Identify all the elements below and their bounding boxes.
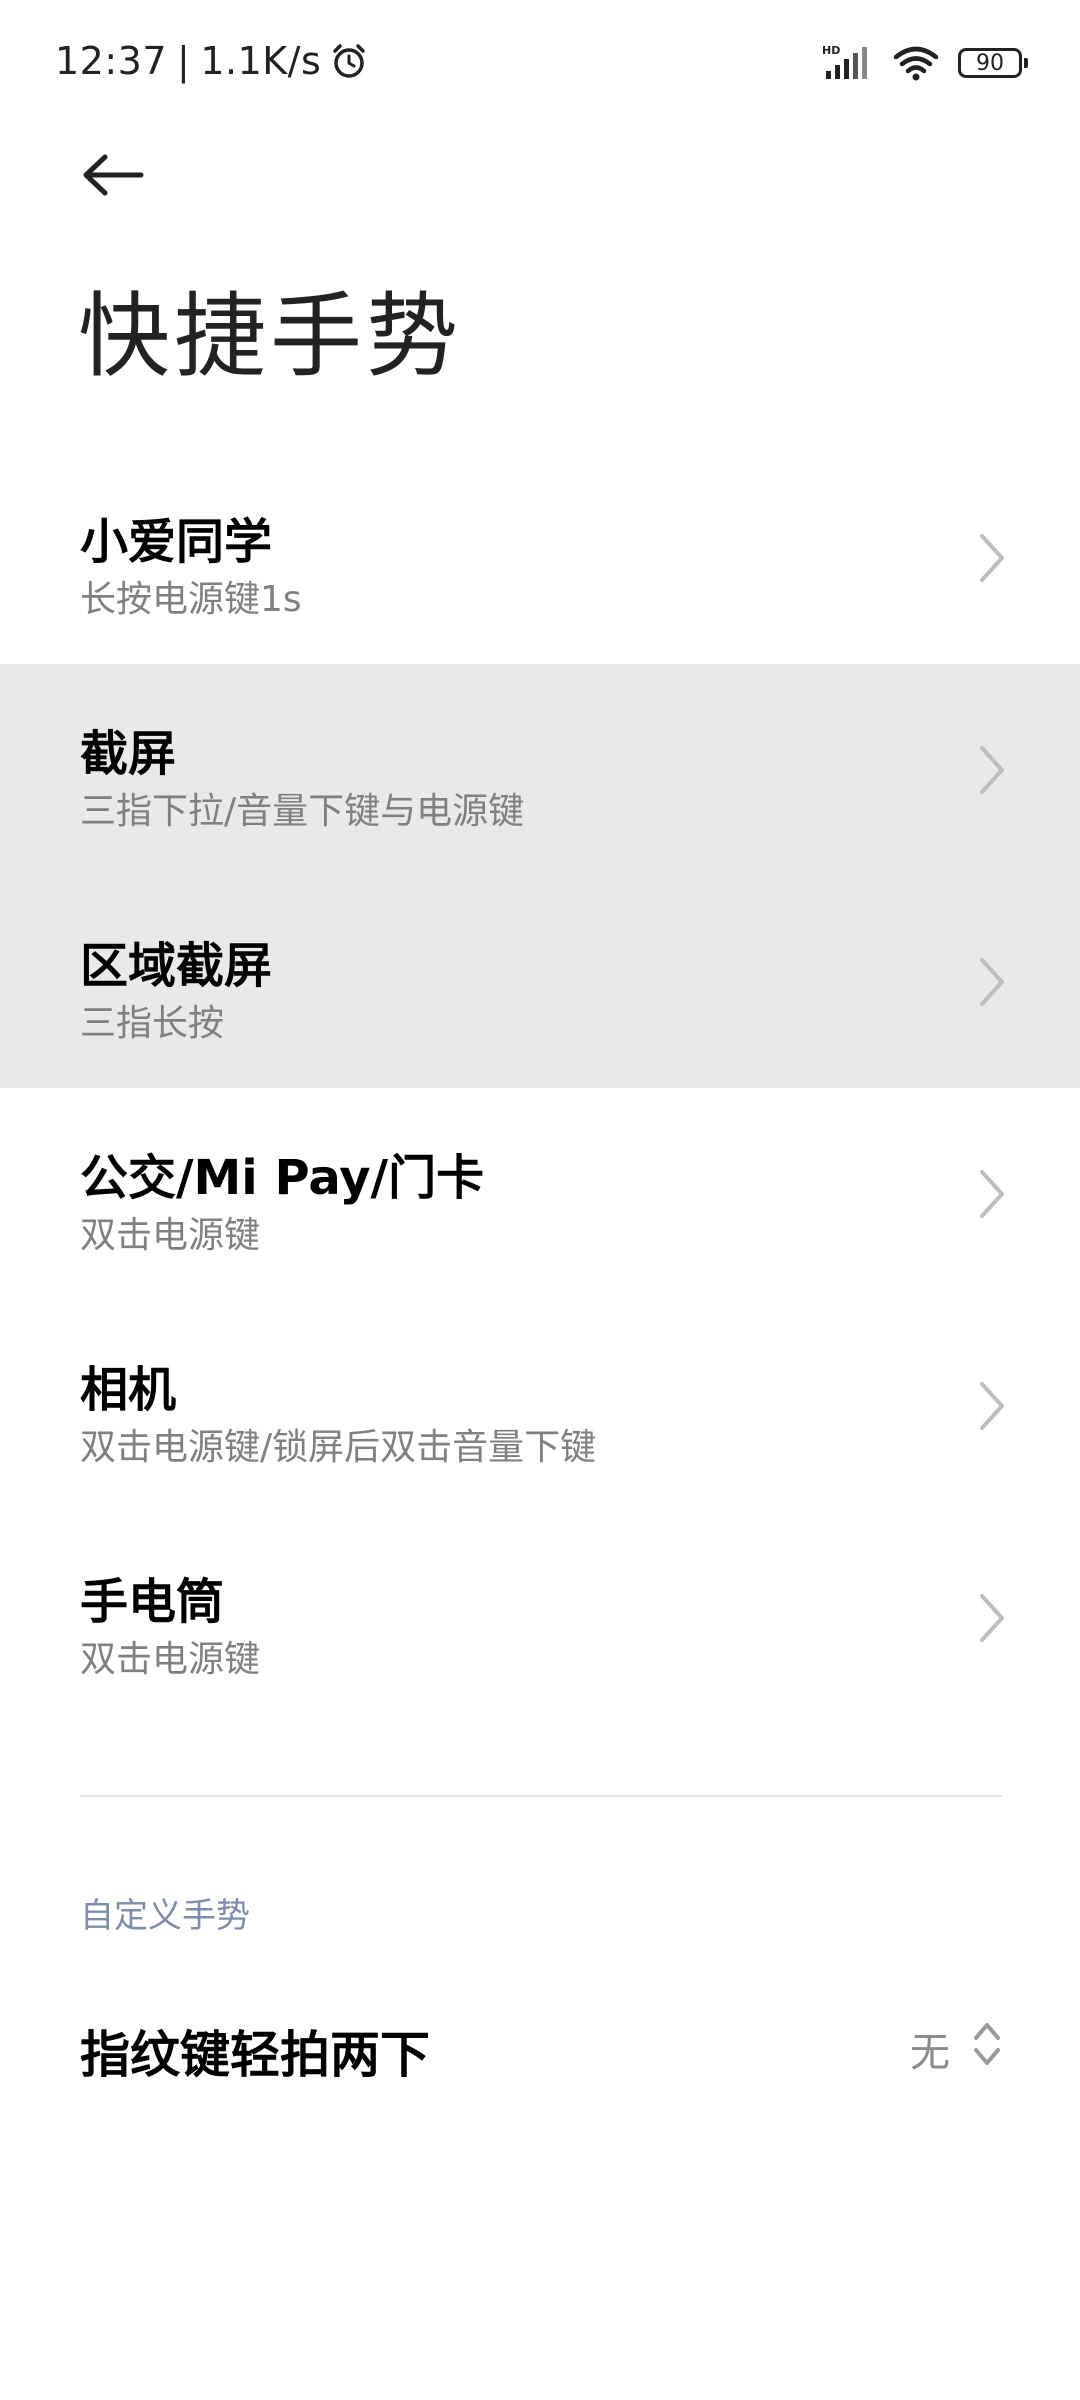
signal-label: HD	[822, 44, 840, 57]
item-title: 相机	[80, 1362, 177, 1418]
alarm-icon	[333, 44, 366, 78]
back-arrow-icon	[83, 154, 144, 196]
item-subtitle: 三指下拉/音量下键与电源键	[80, 791, 525, 832]
status-time: 12:37	[55, 39, 168, 83]
chevron-up-down-icon	[974, 2023, 1000, 2065]
chevron-right-icon	[980, 1170, 1004, 1218]
wifi-icon	[893, 46, 939, 81]
section-header-custom-gestures: 自定义手势	[80, 1896, 250, 1936]
item-subtitle: 双击电源键	[80, 1639, 261, 1680]
item-subtitle: 双击电源键	[80, 1215, 261, 1256]
list-item-flashlight[interactable]: 手电筒 双击电源键	[0, 1512, 1080, 1724]
item-subtitle: 长按电源键1s	[80, 579, 302, 620]
chevron-right-icon	[980, 1382, 1004, 1430]
battery-icon: 90	[958, 48, 1028, 78]
back-button[interactable]	[68, 135, 158, 215]
fingerprint-double-tap-label: 指纹键轻拍两下	[80, 2026, 430, 2084]
list-item-camera[interactable]: 相机 双击电源键/锁屏后双击音量下键	[0, 1300, 1080, 1512]
item-title: 公交/Mi Pay/门卡	[80, 1150, 485, 1206]
item-subtitle: 三指长按	[80, 1003, 225, 1044]
item-subtitle: 双击电源键/锁屏后双击音量下键	[80, 1427, 597, 1468]
list-item-partial-screenshot[interactable]: 区域截屏 三指长按	[0, 876, 1080, 1088]
fingerprint-double-tap-value: 无	[910, 2030, 950, 2076]
gesture-list: 小爱同学 长按电源键1s 截屏 三指下拉/音量下键与电源键 区域截屏 三指长按 …	[0, 452, 1080, 1724]
chevron-right-icon	[980, 534, 1004, 582]
list-item-mi-pay[interactable]: 公交/Mi Pay/门卡 双击电源键	[0, 1088, 1080, 1300]
page-title: 快捷手势	[78, 283, 463, 390]
item-title: 区域截屏	[80, 938, 273, 994]
list-item-screenshot[interactable]: 截屏 三指下拉/音量下键与电源键	[0, 664, 1080, 876]
battery-level: 90	[976, 50, 1004, 76]
item-title: 手电筒	[80, 1574, 225, 1630]
status-bar: 12:37 | 1.1K/s HD 90	[0, 0, 1080, 120]
status-left: 12:37 | 1.1K/s	[55, 36, 369, 86]
list-item-xiaoai[interactable]: 小爱同学 长按电源键1s	[0, 452, 1080, 664]
item-title: 小爱同学	[80, 514, 273, 570]
section-divider	[80, 1795, 1002, 1797]
item-title: 截屏	[80, 726, 177, 782]
chevron-right-icon	[980, 958, 1004, 1006]
fingerprint-double-tap-row[interactable]: 指纹键轻拍两下 无	[0, 1980, 1080, 2110]
status-separator: |	[177, 39, 191, 83]
network-speed: 1.1K/s	[200, 39, 322, 83]
chevron-right-icon	[980, 746, 1004, 794]
status-right: HD 90	[822, 38, 1028, 88]
hd-signal-icon: HD	[822, 44, 867, 79]
chevron-right-icon	[980, 1594, 1004, 1642]
